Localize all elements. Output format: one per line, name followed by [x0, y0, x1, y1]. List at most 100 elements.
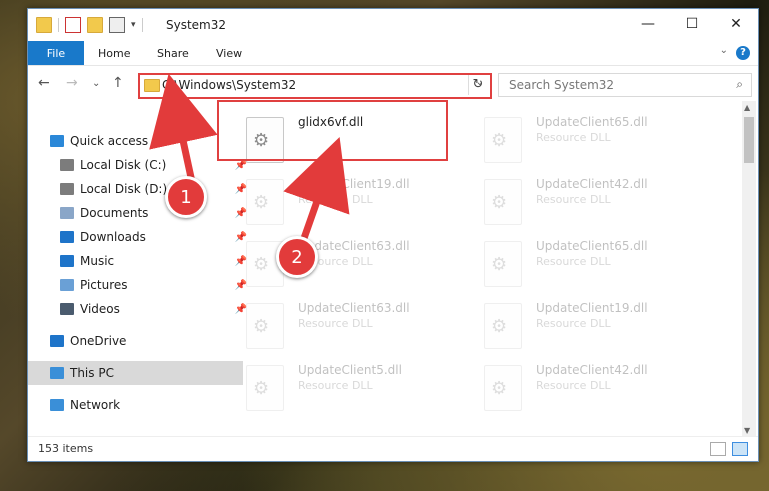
file-item[interactable]: UpdateClient5.dll Resource DLL	[236, 351, 466, 411]
sidebar-item[interactable]: Network	[28, 393, 243, 417]
sidebar-item-label: Documents	[80, 206, 149, 220]
address-bar[interactable]: C:\Windows\System32 ⌄	[138, 73, 492, 99]
folder-icon[interactable]	[36, 17, 52, 33]
quick-access-toolbar: ▾	[36, 17, 143, 33]
file-name: UpdateClient19.dll	[536, 301, 648, 315]
file-name: UpdateClient63.dll	[298, 301, 410, 315]
file-name: UpdateClient42.dll	[536, 177, 648, 191]
address-path[interactable]: C:\Windows\System32	[162, 78, 296, 92]
collapse-ribbon-icon[interactable]: ⌄	[720, 45, 728, 56]
file-item[interactable]: UpdateClient19.dll Resource DLL	[474, 289, 704, 349]
search-box[interactable]: Search System32 ⌕	[498, 73, 752, 97]
scroll-up-icon[interactable]: ▲	[744, 103, 750, 112]
file-type: Resource DLL	[536, 255, 611, 268]
sidebar-item[interactable]: OneDrive	[28, 329, 243, 353]
sidebar-item[interactable]: This PC	[28, 361, 243, 385]
sidebar-item[interactable]: Music 📌	[28, 249, 253, 273]
tab-file[interactable]: File	[28, 41, 84, 65]
sidebar-item-label: Local Disk (D:)	[80, 182, 168, 196]
large-icons-view-button[interactable]	[732, 442, 748, 456]
tab-view[interactable]: View	[216, 41, 242, 65]
forward-button[interactable]: →	[66, 75, 78, 91]
sidebar-item-label: Downloads	[80, 230, 146, 244]
file-item[interactable]: UpdateClient42.dll Resource DLL	[474, 165, 704, 225]
file-name: UpdateClient42.dll	[536, 363, 648, 377]
sidebar-item-label: Pictures	[80, 278, 128, 292]
window-controls: — ☐ ✕	[626, 9, 758, 39]
customize-icon[interactable]	[109, 17, 125, 33]
sidebar-item[interactable]: Documents 📌	[28, 201, 253, 225]
dll-file-icon	[246, 365, 284, 411]
scroll-thumb[interactable]	[744, 117, 754, 163]
divider	[58, 18, 59, 32]
download-icon	[60, 231, 74, 243]
file-type: Resource DLL	[536, 131, 611, 144]
search-icon[interactable]: ⌕	[736, 77, 743, 92]
help-icon[interactable]: ?	[736, 46, 750, 60]
sidebar-item[interactable]: Pictures 📌	[28, 273, 253, 297]
step-2-marker: 2	[276, 236, 318, 278]
dll-file-icon	[484, 179, 522, 225]
cloud-icon	[50, 335, 64, 347]
search-input[interactable]: Search System32	[509, 78, 614, 92]
dll-file-icon	[246, 303, 284, 349]
title-bar: ▾ System32 — ☐ ✕	[28, 9, 758, 41]
file-type: Resource DLL	[536, 317, 611, 330]
sidebar-item-label: This PC	[70, 366, 114, 380]
item-count: 153 items	[38, 442, 94, 455]
window-title: System32	[166, 18, 227, 32]
folder-icon	[144, 79, 160, 92]
step-1-marker: 1	[165, 176, 207, 218]
up-button[interactable]: ↑	[112, 75, 124, 91]
sidebar-item[interactable]: Videos 📌	[28, 297, 253, 321]
back-button[interactable]: ←	[38, 75, 50, 91]
file-type: Resource DLL	[536, 193, 611, 206]
vertical-scrollbar[interactable]: ▲ ▼	[742, 101, 756, 437]
maximize-button[interactable]: ☐	[670, 9, 714, 39]
navigation-bar: ← → ⌄ ↑ C:\Windows\System32 ⌄ ↻ Search S…	[28, 69, 758, 99]
sidebar-item-label: Local Disk (C:)	[80, 158, 167, 172]
file-type: Resource DLL	[536, 379, 611, 392]
new-folder-icon[interactable]	[87, 17, 103, 33]
status-bar: 153 items	[28, 436, 758, 461]
tab-home[interactable]: Home	[98, 41, 130, 65]
star-icon	[50, 135, 64, 147]
file-item[interactable]: UpdateClient42.dll Resource DLL	[474, 351, 704, 411]
sidebar-item[interactable]: Local Disk (D:) 📌	[28, 177, 253, 201]
sidebar-item-label: Music	[80, 254, 115, 268]
file-item[interactable]: UpdateClient63.dllResource DLL	[236, 227, 466, 287]
sidebar-item-label: OneDrive	[70, 334, 127, 348]
file-item[interactable]: UpdateClient65.dll Resource DLL	[474, 103, 704, 163]
details-view-button[interactable]	[710, 442, 726, 456]
file-type: Resource DLL	[298, 317, 373, 330]
view-buttons	[710, 442, 748, 456]
dll-file-icon	[484, 303, 522, 349]
minimize-button[interactable]: —	[626, 9, 670, 39]
dll-file-icon	[484, 117, 522, 163]
pictures-icon	[60, 279, 74, 291]
file-item[interactable]: UpdateClient65.dll Resource DLL	[474, 227, 704, 287]
properties-icon[interactable]	[65, 17, 81, 33]
scroll-down-icon[interactable]: ▼	[744, 426, 750, 435]
drive-icon	[60, 159, 74, 171]
refresh-button[interactable]: ↻	[468, 75, 487, 95]
recent-locations-button[interactable]: ⌄	[92, 78, 100, 89]
dll-file-icon	[484, 365, 522, 411]
network-icon	[50, 399, 64, 411]
chevron-down-icon[interactable]: ▾	[131, 20, 136, 30]
sidebar-item-label: Network	[70, 398, 121, 412]
sidebar-item[interactable]: Downloads 📌	[28, 225, 253, 249]
close-button[interactable]: ✕	[714, 9, 758, 39]
sidebar-item-label: Videos	[80, 302, 120, 316]
tab-share[interactable]: Share	[157, 41, 189, 65]
music-icon	[60, 255, 74, 267]
ribbon-tabs: File Home Share View ⌄ ?	[28, 41, 758, 66]
file-name: UpdateClient19.dll	[298, 177, 410, 191]
file-item[interactable]: UpdateClient19.dll Resource DLL	[236, 165, 466, 225]
computer-icon	[50, 367, 64, 379]
file-item[interactable]: UpdateClient63.dll Resource DLL	[236, 289, 466, 349]
navigation-pane: Quick access Local Disk (C:) 📌 Local Disk (…	[28, 105, 247, 435]
sidebar-item[interactable]: Quick access	[28, 129, 243, 153]
file-type: Resource DLL	[298, 193, 373, 206]
video-icon	[60, 303, 74, 315]
